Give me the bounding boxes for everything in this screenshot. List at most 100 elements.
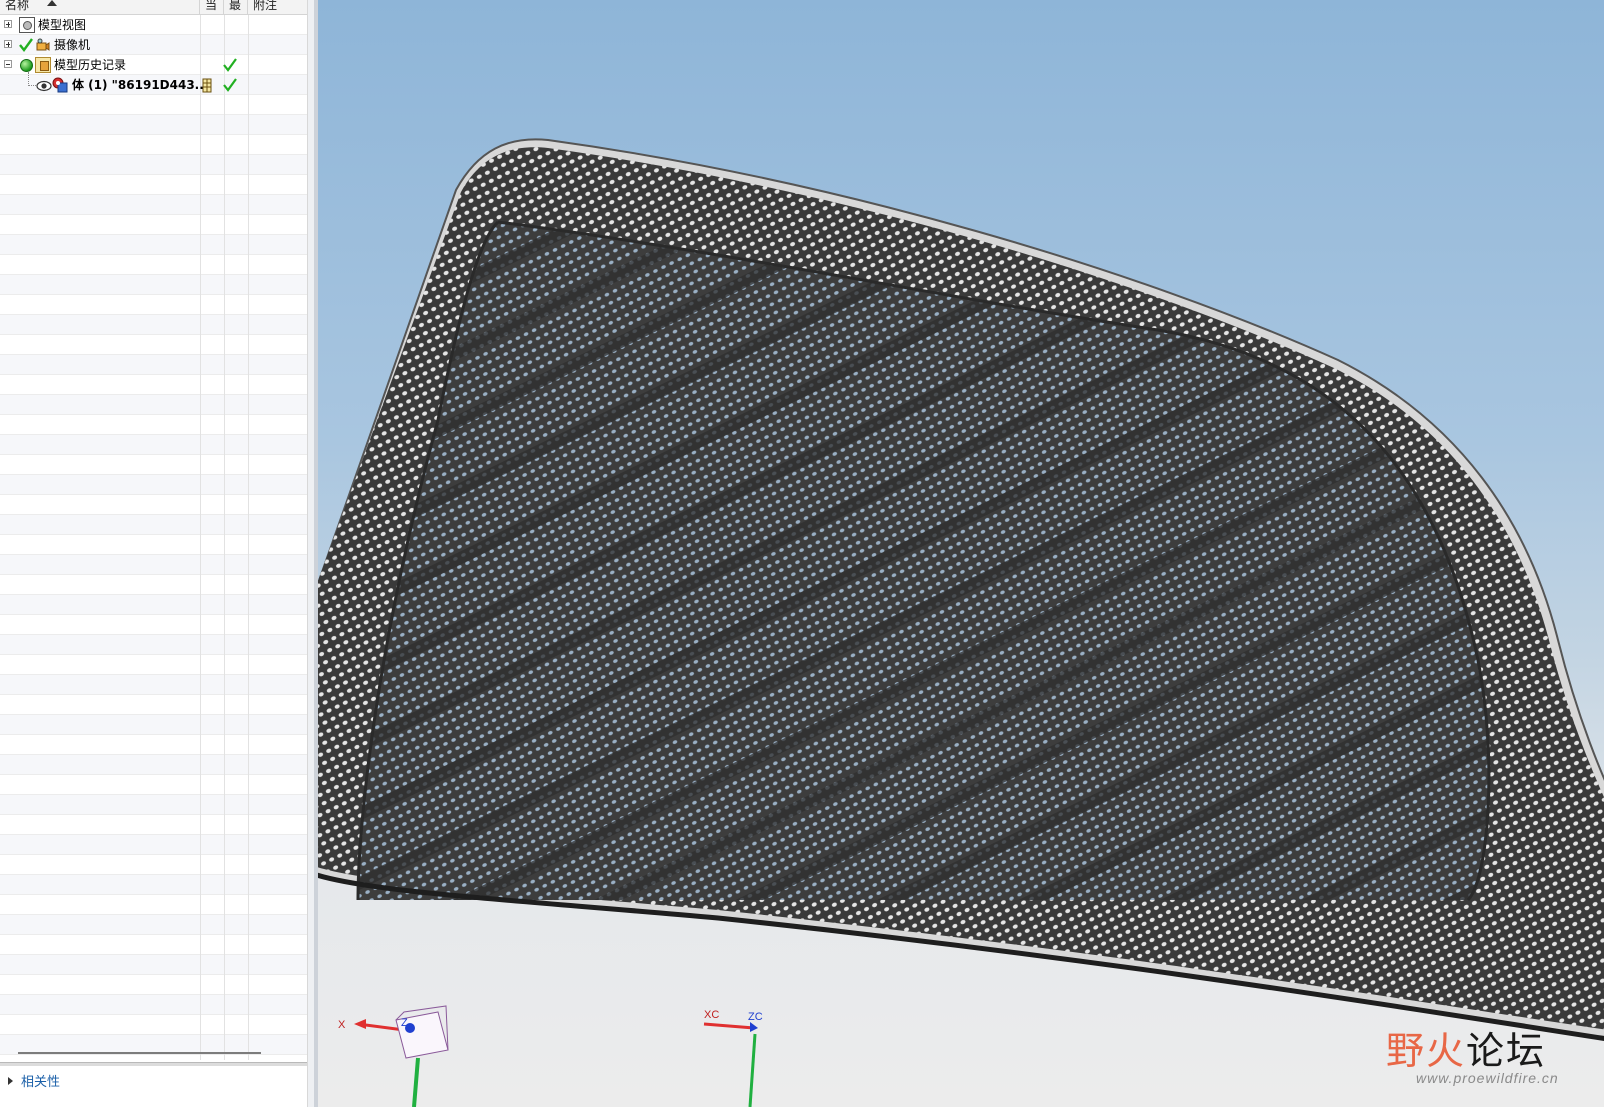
tree-connector [28, 85, 36, 86]
grid-row [0, 835, 314, 855]
grid-row [0, 455, 314, 475]
watermark-dark-text: 论坛 [1466, 1029, 1547, 1073]
forum-watermark: 野火论坛 www.proewildfire.cn [1386, 1016, 1596, 1096]
watermark-logo: 野火论坛 [1386, 1020, 1546, 1075]
grid-row [0, 895, 314, 915]
grid-row [0, 155, 314, 175]
latest-check-icon [223, 58, 237, 72]
tree-row-model-views[interactable]: 模型视图 [0, 15, 314, 35]
grid-row [0, 635, 314, 655]
expand-plus-icon[interactable] [4, 40, 12, 48]
grid-row [0, 955, 314, 975]
x-axis-arrow-icon [354, 1019, 366, 1029]
grid-row [0, 735, 314, 755]
grid-row [0, 295, 314, 315]
grid-row [0, 415, 314, 435]
grid-row [0, 475, 314, 495]
grid-row [0, 995, 314, 1015]
column-header-name[interactable]: 名称 [0, 0, 200, 14]
grid-row [0, 935, 314, 955]
grille-inner-region [358, 222, 1489, 900]
navigator-header: 名称 当 最 附注 [0, 0, 314, 15]
model-view-icon [19, 17, 35, 33]
navigator-vertical-scrollbar[interactable] [307, 0, 314, 1107]
model-history-icon [35, 57, 51, 73]
horizontal-scrollbar-thumb[interactable] [18, 1052, 261, 1054]
column-header-note[interactable]: 附注 [248, 0, 314, 14]
grid-row [0, 275, 314, 295]
tree-row-label: 摄像机 [54, 38, 91, 52]
status-ok-icon [20, 59, 33, 72]
grid-row [0, 435, 314, 455]
dependencies-panel-label[interactable]: 相关性 [21, 1071, 60, 1090]
grid-row [0, 95, 314, 115]
expand-arrow-icon[interactable] [8, 1077, 13, 1085]
part-navigator: 名称 当 最 附注 模型视图 摄像机 模型历史记录 体 (1) "86191D4… [0, 0, 314, 1107]
wcs-xc-label: XC [704, 1009, 719, 1021]
tree-row-label: 模型历史记录 [54, 58, 127, 72]
collapse-minus-icon[interactable] [4, 60, 12, 68]
grid-row [0, 135, 314, 155]
grid-row [0, 575, 314, 595]
grid-row [0, 315, 314, 335]
grid-row [0, 375, 314, 395]
grid-row [0, 355, 314, 375]
tree-connector [28, 72, 29, 86]
grid-row [0, 815, 314, 835]
column-header-latest[interactable]: 最 [224, 0, 248, 14]
grid-row [0, 395, 314, 415]
grid-column-line [200, 15, 201, 1060]
watermark-url: www.proewildfire.cn [1416, 1070, 1559, 1086]
column-current-label: 当 [205, 0, 218, 12]
current-model-icon [202, 78, 212, 93]
grid-row [0, 675, 314, 695]
grid-row [0, 255, 314, 275]
triad-x-label: X [338, 1019, 346, 1031]
model-graphics: X Z XC ZC [318, 138, 1604, 1107]
grid-row [0, 235, 314, 255]
column-note-label: 附注 [253, 0, 278, 12]
column-header-current[interactable]: 当 [200, 0, 224, 14]
grid-row [0, 515, 314, 535]
latest-check-icon [223, 78, 237, 92]
grid-row [0, 655, 314, 675]
wcs-triad[interactable]: XC ZC [703, 1009, 763, 1107]
grid-row [0, 875, 314, 895]
expand-plus-icon[interactable] [4, 20, 12, 28]
absolute-triad[interactable]: X Z [338, 1005, 449, 1107]
camera-icon [36, 38, 50, 51]
solid-body-icon [52, 77, 68, 93]
dependencies-panel: 相关性 [0, 1066, 314, 1107]
sort-ascending-icon [47, 0, 57, 6]
grid-row [0, 695, 314, 715]
triad-z-label: Z [401, 1017, 408, 1029]
tree-row-label: 体 (1) "86191D443... [72, 78, 209, 92]
grid-row [0, 175, 314, 195]
grid-row [0, 595, 314, 615]
watermark-accent-text: 野火 [1386, 1029, 1467, 1073]
tree-row-model-history[interactable]: 模型历史记录 [0, 55, 314, 75]
graphics-viewport[interactable]: X Z XC ZC 野火论坛 www.proewildfire.cn [318, 0, 1604, 1107]
grid-row [0, 975, 314, 995]
grid-row [0, 915, 314, 935]
tree-row-cameras[interactable]: 摄像机 [0, 35, 314, 55]
navigator-grid [0, 15, 314, 1060]
grid-row [0, 795, 314, 815]
tree-row-label: 模型视图 [38, 18, 87, 32]
grid-column-line [248, 15, 249, 1060]
grid-row [0, 775, 314, 795]
wcs-zc-label: ZC [748, 1011, 763, 1023]
tree-row-body[interactable]: 体 (1) "86191D443... [0, 72, 314, 95]
grid-row [0, 535, 314, 555]
grid-column-line [224, 15, 225, 1060]
column-latest-label: 最 [229, 0, 242, 12]
grid-row [0, 615, 314, 635]
grid-row [0, 215, 314, 235]
grid-row [0, 555, 314, 575]
column-name-label: 名称 [5, 0, 30, 12]
wcs-origin-icon [750, 1022, 758, 1032]
grid-row [0, 115, 314, 135]
grid-row [0, 1015, 314, 1035]
grid-row [0, 195, 314, 215]
eye-icon[interactable] [36, 77, 52, 93]
